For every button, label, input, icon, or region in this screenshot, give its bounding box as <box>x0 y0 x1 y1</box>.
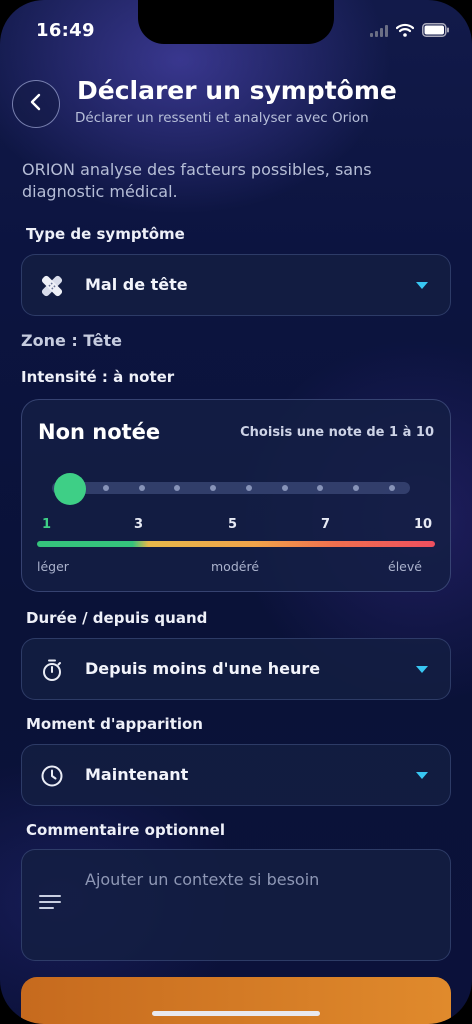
battery-icon <box>422 22 450 41</box>
app-screen: 16:49 Déclarer un symptôme Déclarer un r… <box>0 0 472 1024</box>
intensity-hint: Choisis une note de 1 à 10 <box>240 425 434 440</box>
slider-step-dot[interactable] <box>389 485 395 491</box>
moment-label: Moment d'apparition <box>26 715 203 733</box>
signal-icon <box>370 22 388 41</box>
slider-step-dot[interactable] <box>138 485 145 491</box>
symptom-type-select[interactable]: Mal de tête <box>21 254 451 316</box>
slider-step-dot[interactable] <box>353 485 360 491</box>
moment-select[interactable]: Maintenant <box>21 744 451 806</box>
symptom-type-label: Type de symptôme <box>26 225 185 243</box>
moment-value: Maintenant <box>85 765 189 784</box>
tick-label: 1 <box>42 517 52 532</box>
intensity-score: Non notée <box>38 420 161 444</box>
tick-label: 3 <box>134 517 144 532</box>
slider-step-dot[interactable] <box>174 485 181 491</box>
caret-down-icon <box>416 666 428 673</box>
slider-step-dot[interactable] <box>245 485 252 491</box>
stopwatch-icon <box>39 657 65 683</box>
submit-button[interactable] <box>21 977 451 1024</box>
scale-low-label: léger <box>37 559 69 574</box>
zone-text: Zone : Tête <box>21 331 122 350</box>
slider-step-dot[interactable] <box>281 485 288 491</box>
status-bar: 16:49 <box>0 0 472 60</box>
duration-select[interactable]: Depuis moins d'une heure <box>21 638 451 700</box>
page-title: Déclarer un symptôme <box>77 76 397 105</box>
caret-down-icon <box>416 282 428 289</box>
intensity-card: Non notée Choisis une note de 1 à 10 1 3… <box>21 399 451 592</box>
wifi-icon <box>395 22 415 41</box>
intensity-gradient-bar <box>37 541 435 547</box>
chevron-left-icon <box>29 92 43 116</box>
symptom-type-value: Mal de tête <box>85 275 188 294</box>
page-subtitle: Déclarer un ressenti et analyser avec Or… <box>75 110 369 126</box>
caret-down-icon <box>416 772 428 779</box>
duration-label: Durée / depuis quand <box>26 609 208 627</box>
intensity-label: Intensité : à noter <box>21 368 175 386</box>
comment-placeholder: Ajouter un contexte si besoin <box>85 870 320 889</box>
comment-textarea[interactable]: Ajouter un contexte si besoin <box>21 849 451 961</box>
header: Déclarer un symptôme Déclarer un ressent… <box>0 74 472 138</box>
scale-mid-label: modéré <box>211 559 260 574</box>
clock-icon <box>39 763 65 789</box>
comment-label: Commentaire optionnel <box>26 821 225 839</box>
home-indicator <box>152 1011 320 1016</box>
bandage-icon <box>39 273 65 299</box>
intensity-slider-thumb[interactable] <box>54 473 86 505</box>
slider-step-dot[interactable] <box>317 485 324 491</box>
device-notch <box>138 0 334 44</box>
tick-label: 7 <box>321 517 331 532</box>
tick-label: 5 <box>228 517 238 532</box>
intro-text: ORION analyse des facteurs possibles, sa… <box>22 160 372 201</box>
status-icons <box>370 22 450 41</box>
back-button[interactable] <box>12 80 60 128</box>
slider-step-dot[interactable] <box>210 485 217 491</box>
tick-label: 10 <box>414 517 433 532</box>
slider-step-dot[interactable] <box>102 485 109 491</box>
intensity-slider-track[interactable] <box>52 482 410 494</box>
notes-icon <box>39 894 61 914</box>
scale-high-label: élevé <box>388 559 422 574</box>
duration-value: Depuis moins d'une heure <box>85 659 321 678</box>
status-time: 16:49 <box>36 20 95 41</box>
